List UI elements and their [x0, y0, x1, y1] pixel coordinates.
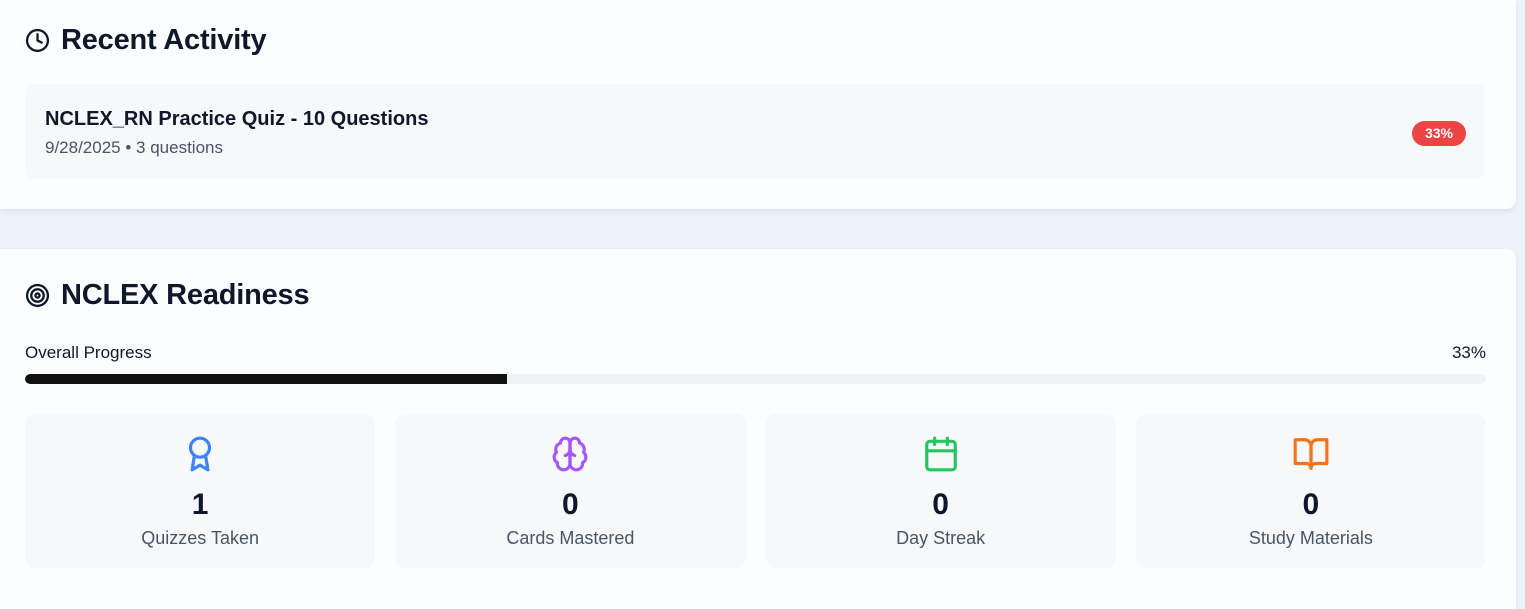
recent-activity-header: Recent Activity [25, 24, 267, 57]
nclex-readiness-title: NCLEX Readiness [61, 279, 310, 311]
stat-value: 0 [1302, 488, 1320, 521]
activity-item-title: NCLEX_RN Practice Quiz - 10 Questions [45, 108, 429, 130]
target-icon [25, 283, 50, 308]
recent-activity-card: Recent Activity NCLEX_RN Practice Quiz -… [0, 0, 1516, 209]
award-icon [189, 436, 212, 472]
stat-value: 0 [562, 488, 579, 521]
calendar-icon [924, 436, 957, 472]
stat-value: 0 [932, 488, 949, 521]
overall-progress-value: 33% [1451, 343, 1486, 362]
stat-quizzes-taken: 1 Quizzes Taken [25, 414, 376, 568]
activity-item-meta: 9/28/2025 • 3 questions [45, 138, 223, 157]
nclex-readiness-header: NCLEX Readiness [25, 279, 310, 312]
stat-label: Cards Mastered [506, 528, 635, 548]
overall-progress-label: Overall Progress [25, 343, 152, 362]
score-badge: 33% [1411, 121, 1466, 146]
clock-icon [25, 28, 50, 53]
stat-label: Quizzes Taken [141, 528, 259, 548]
stat-study-materials: 0 Study Materials [1135, 414, 1486, 568]
overall-progress-fill [25, 374, 508, 384]
recent-activity-title: Recent Activity [61, 24, 267, 56]
stat-day-streak: 0 Day Streak [765, 414, 1116, 568]
stats-grid: 1 Quizzes Taken 0 Cards Mastered 0 Day S… [25, 414, 1486, 568]
stat-label: Day Streak [896, 528, 986, 548]
stat-value: 1 [191, 488, 209, 521]
book-open-icon [1293, 438, 1329, 470]
brain-icon [552, 436, 588, 472]
stat-cards-mastered: 0 Cards Mastered [395, 414, 746, 568]
activity-item[interactable]: NCLEX_RN Practice Quiz - 10 Questions 9/… [25, 84, 1486, 179]
stat-label: Study Materials [1248, 528, 1373, 548]
nclex-readiness-card: NCLEX Readiness Overall Progress 33% 1 Q… [0, 249, 1516, 609]
overall-progress-bar [25, 374, 1486, 384]
